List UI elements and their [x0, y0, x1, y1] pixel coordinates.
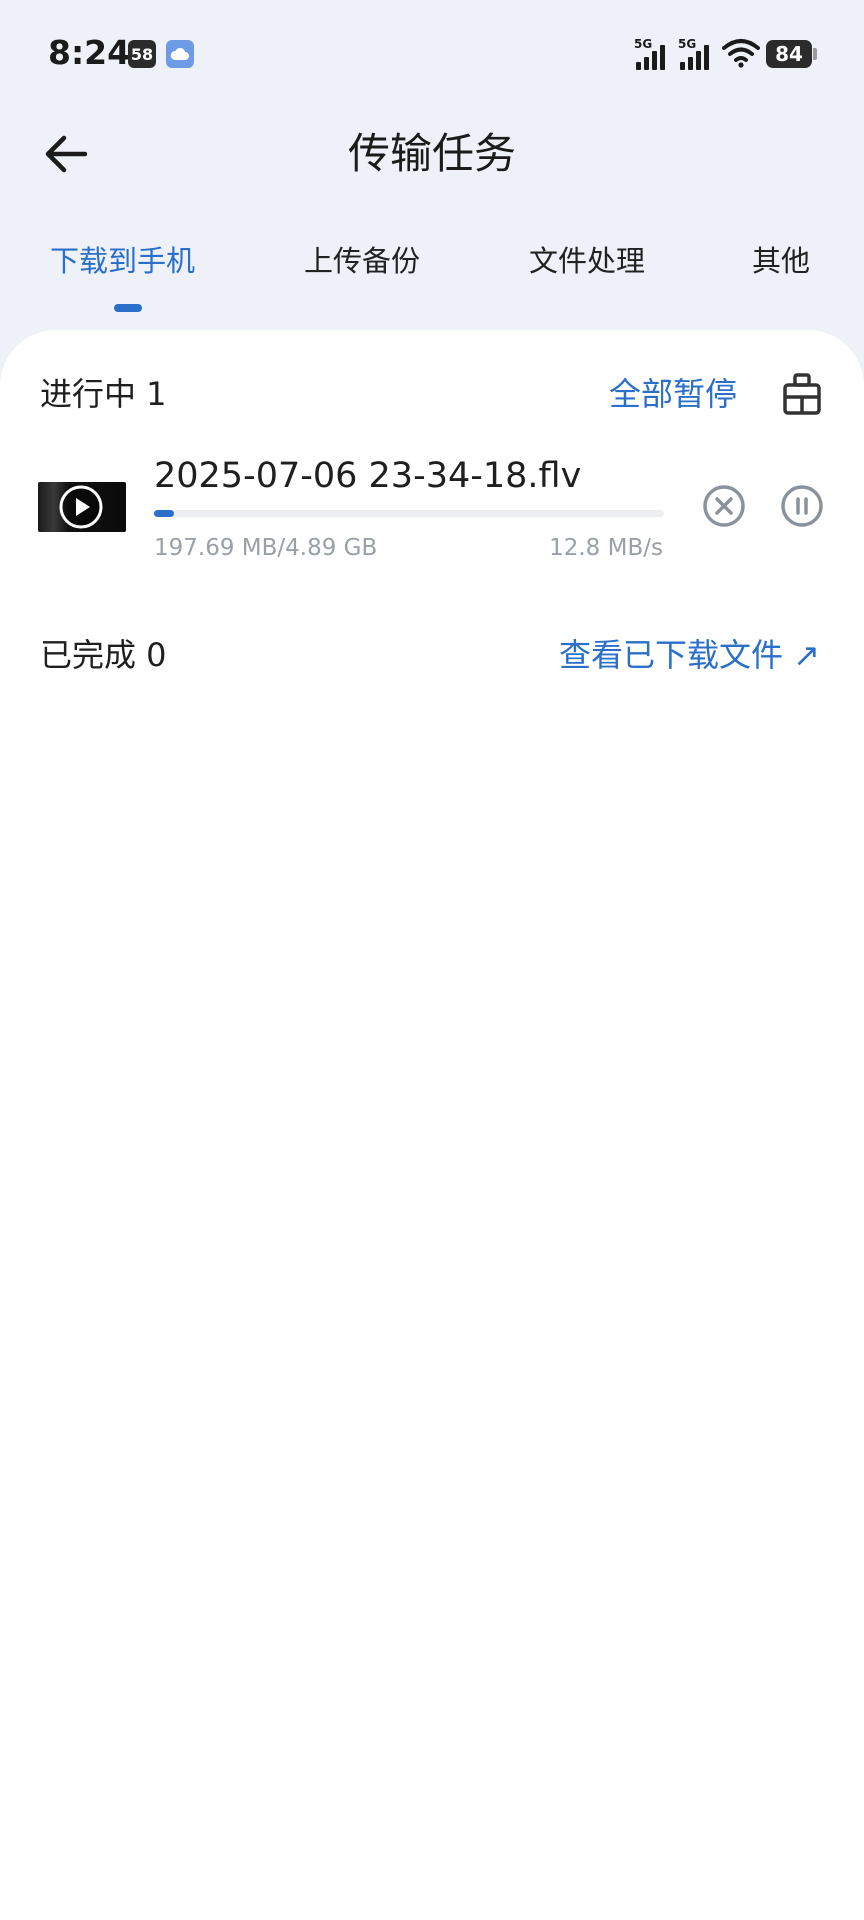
- task-file-name: 2025-07-06 23-34-18.flv: [154, 456, 582, 496]
- active-tab-indicator: [114, 304, 142, 312]
- cancel-download-button[interactable]: [702, 484, 746, 528]
- cloud-icon: [166, 40, 194, 68]
- close-circle-icon: [703, 485, 745, 527]
- pause-download-button[interactable]: [780, 484, 824, 528]
- download-progress-fill: [154, 510, 175, 517]
- battery-tip: [813, 48, 817, 60]
- pause-circle-icon: [781, 485, 823, 527]
- battery-indicator: 84: [766, 40, 812, 68]
- tab-upload-backup[interactable]: 上传备份: [304, 236, 420, 286]
- task-speed: 12.8 MB/s: [549, 535, 663, 561]
- completed-title: 已完成 0: [40, 636, 167, 674]
- notification-badge: 58: [128, 40, 156, 68]
- tab-file-processing[interactable]: 文件处理: [529, 236, 645, 286]
- status-bar: 8:24 58 5G 5G 84: [0, 0, 864, 108]
- wifi-icon: [722, 38, 760, 72]
- pause-all-button[interactable]: 全部暂停: [609, 371, 737, 417]
- video-thumbnail[interactable]: [38, 482, 126, 532]
- status-time: 8:24: [48, 33, 131, 72]
- clear-tasks-icon[interactable]: [782, 372, 822, 416]
- content-card: [0, 330, 864, 1920]
- page-title: 传输任务: [347, 129, 516, 178]
- download-progress-bar: [154, 510, 664, 517]
- in-progress-title: 进行中 1: [40, 375, 167, 413]
- tab-other[interactable]: 其他: [752, 236, 810, 286]
- play-icon: [59, 485, 103, 529]
- cellular-signal-icon-2: 5G: [678, 38, 714, 70]
- view-downloaded-files-link[interactable]: 查看已下载文件 ↗: [559, 632, 820, 678]
- cellular-signal-icon: 5G: [634, 38, 670, 70]
- task-size-progress: 197.69 MB/4.89 GB: [154, 535, 378, 561]
- tab-download-to-phone[interactable]: 下载到手机: [50, 236, 195, 286]
